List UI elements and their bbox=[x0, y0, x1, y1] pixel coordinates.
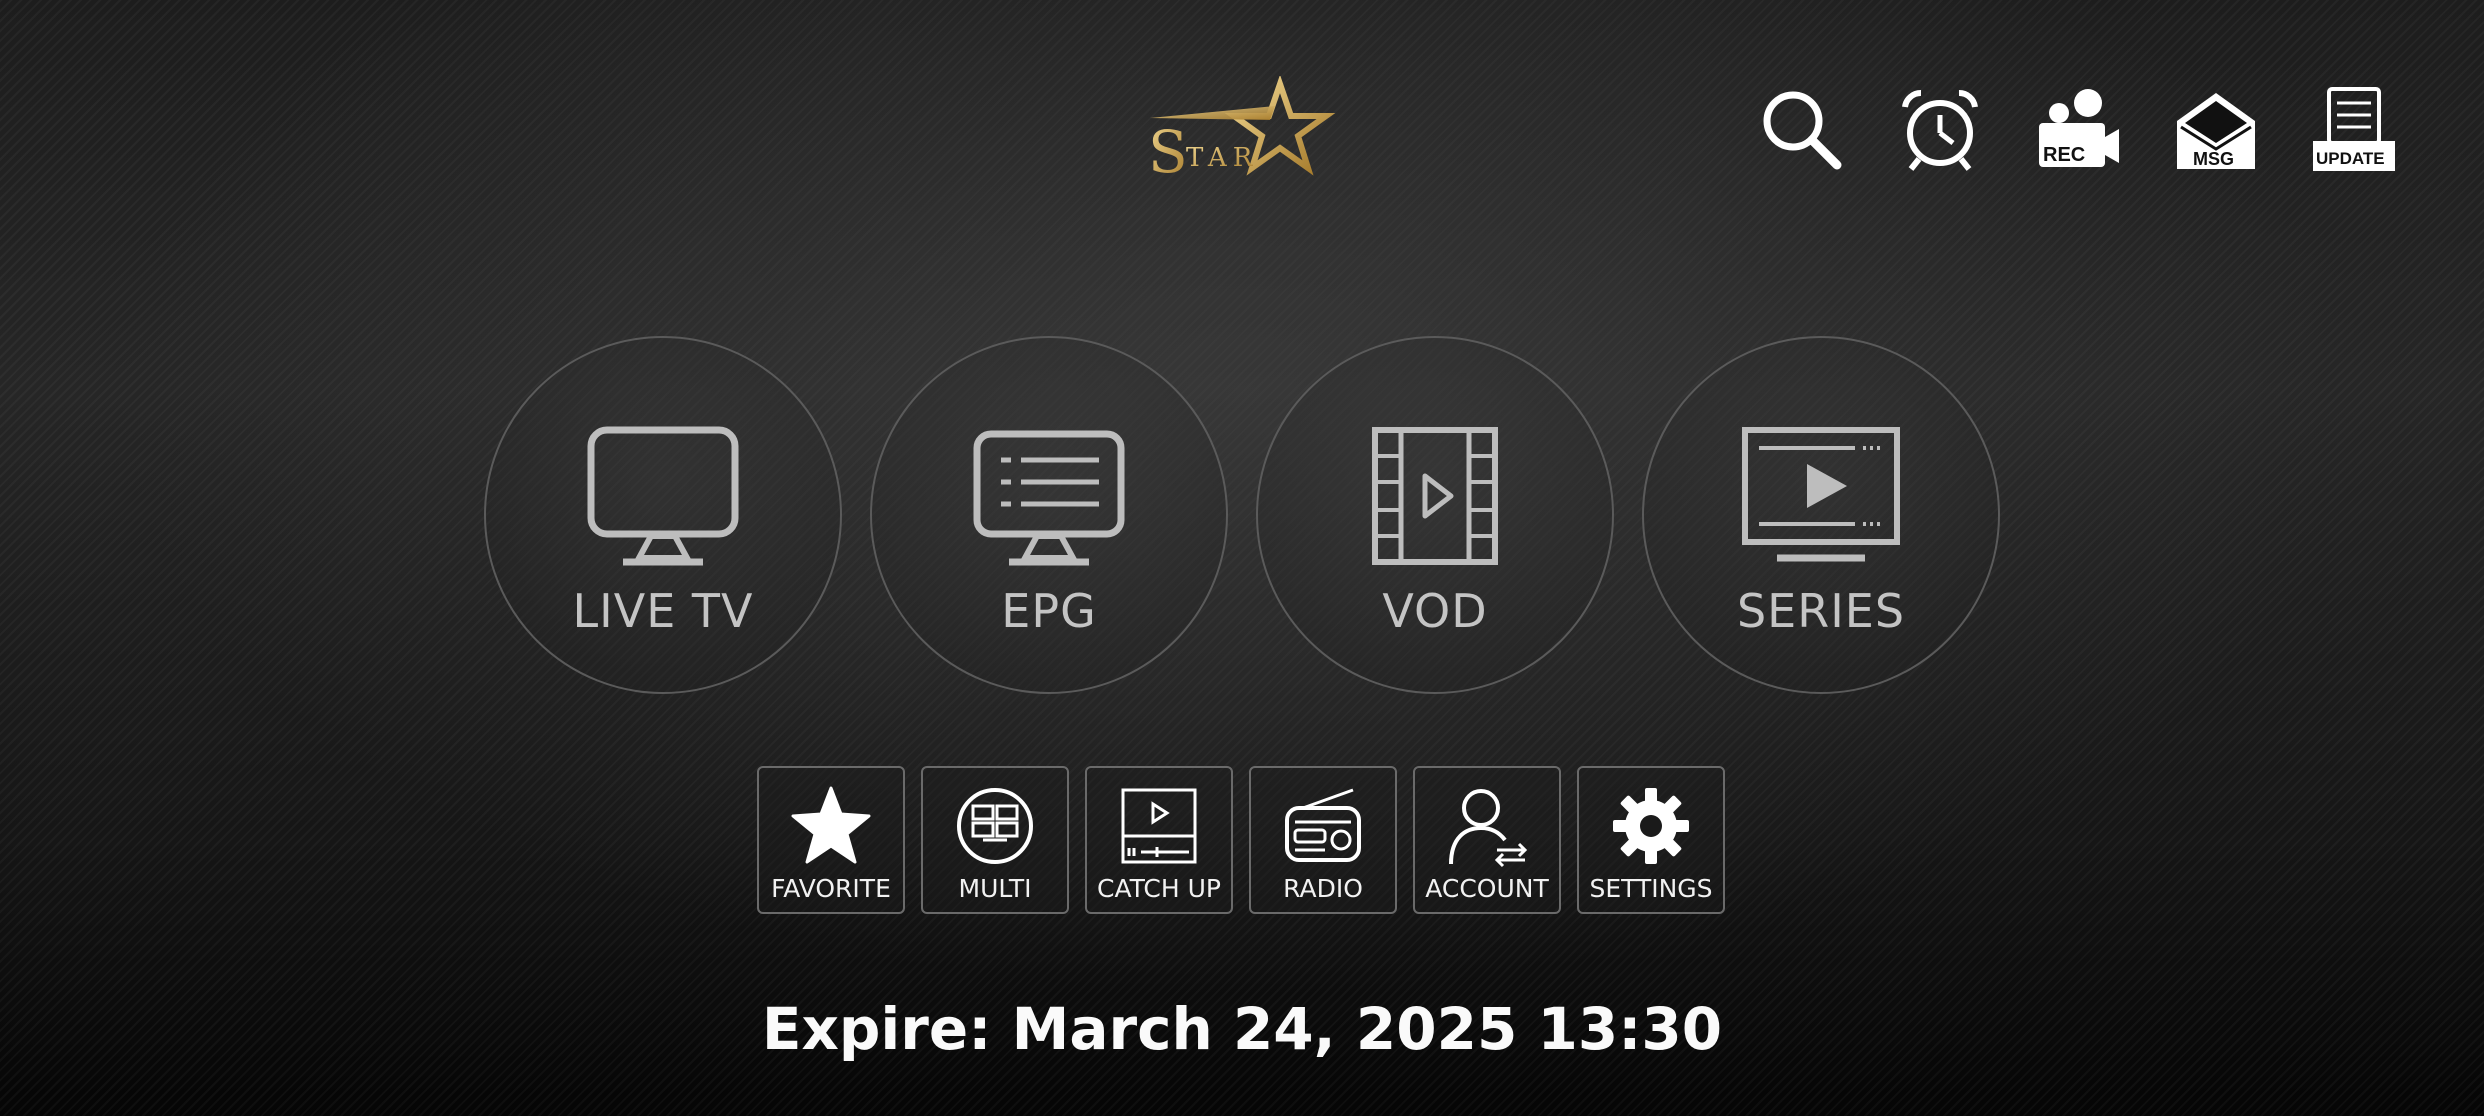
svg-text:REC: REC bbox=[2043, 144, 2085, 166]
svg-text:TAR: TAR bbox=[1186, 143, 1258, 173]
series-button[interactable]: SERIES bbox=[1642, 336, 2000, 694]
alarm-button[interactable] bbox=[1892, 82, 1988, 178]
svg-text:UPDATE: UPDATE bbox=[2316, 149, 2385, 168]
secondary-menu: FAVORITE MULTI CATCH UP RADIO ACCOUNT SE… bbox=[757, 766, 1725, 914]
account-label: ACCOUNT bbox=[1425, 874, 1549, 903]
favorite-button[interactable]: FAVORITE bbox=[757, 766, 905, 914]
account-switch-icon bbox=[1449, 789, 1528, 868]
svg-text:MSG: MSG bbox=[2193, 149, 2234, 169]
vod-label: VOD bbox=[1382, 584, 1488, 638]
search-icon bbox=[1763, 91, 1842, 170]
account-button[interactable]: ACCOUNT bbox=[1413, 766, 1561, 914]
star-icon bbox=[791, 786, 871, 864]
search-button[interactable] bbox=[1754, 82, 1850, 178]
gear-icon bbox=[1613, 788, 1689, 864]
main-menu: LIVE TV EPG VOD SERIES bbox=[484, 336, 2000, 694]
catch-up-label: CATCH UP bbox=[1097, 874, 1221, 903]
settings-button[interactable]: SETTINGS bbox=[1577, 766, 1725, 914]
catch-up-button[interactable]: CATCH UP bbox=[1085, 766, 1233, 914]
multi-grid-icon bbox=[957, 788, 1033, 864]
radio-label: RADIO bbox=[1283, 874, 1363, 903]
series-player-icon bbox=[1742, 427, 1900, 562]
msg-button[interactable]: MSG bbox=[2168, 82, 2264, 178]
update-button[interactable]: UPDATE bbox=[2306, 82, 2402, 178]
epg-button[interactable]: EPG bbox=[870, 336, 1228, 694]
multi-button[interactable]: MULTI bbox=[921, 766, 1069, 914]
epg-label: EPG bbox=[1001, 584, 1097, 638]
live-tv-button[interactable]: LIVE TV bbox=[484, 336, 842, 694]
rec-camera-icon: REC bbox=[2039, 89, 2119, 167]
live-tv-label: LIVE TV bbox=[572, 584, 754, 638]
vod-button[interactable]: VOD bbox=[1256, 336, 1614, 694]
favorite-label: FAVORITE bbox=[771, 874, 891, 903]
rec-button[interactable]: REC bbox=[2030, 82, 2126, 178]
msg-envelope-icon: MSG bbox=[2177, 93, 2255, 169]
star-logo: S TAR bbox=[1140, 74, 1340, 186]
epg-guide-icon bbox=[973, 430, 1125, 566]
film-play-icon bbox=[1372, 427, 1498, 565]
series-label: SERIES bbox=[1736, 584, 1906, 638]
settings-label: SETTINGS bbox=[1589, 874, 1713, 903]
top-toolbar: REC MSG UPDATE bbox=[1754, 82, 2402, 178]
expire-date-text: Expire: March 24, 2025 13:30 bbox=[761, 995, 1723, 1063]
tv-icon bbox=[587, 426, 739, 566]
update-icon: UPDATE bbox=[2313, 87, 2395, 171]
svg-text:S: S bbox=[1148, 118, 1188, 186]
catch-up-player-icon bbox=[1121, 788, 1197, 864]
alarm-clock-icon bbox=[1902, 89, 1978, 171]
radio-icon bbox=[1285, 788, 1361, 862]
multi-label: MULTI bbox=[958, 874, 1032, 903]
radio-button[interactable]: RADIO bbox=[1249, 766, 1397, 914]
